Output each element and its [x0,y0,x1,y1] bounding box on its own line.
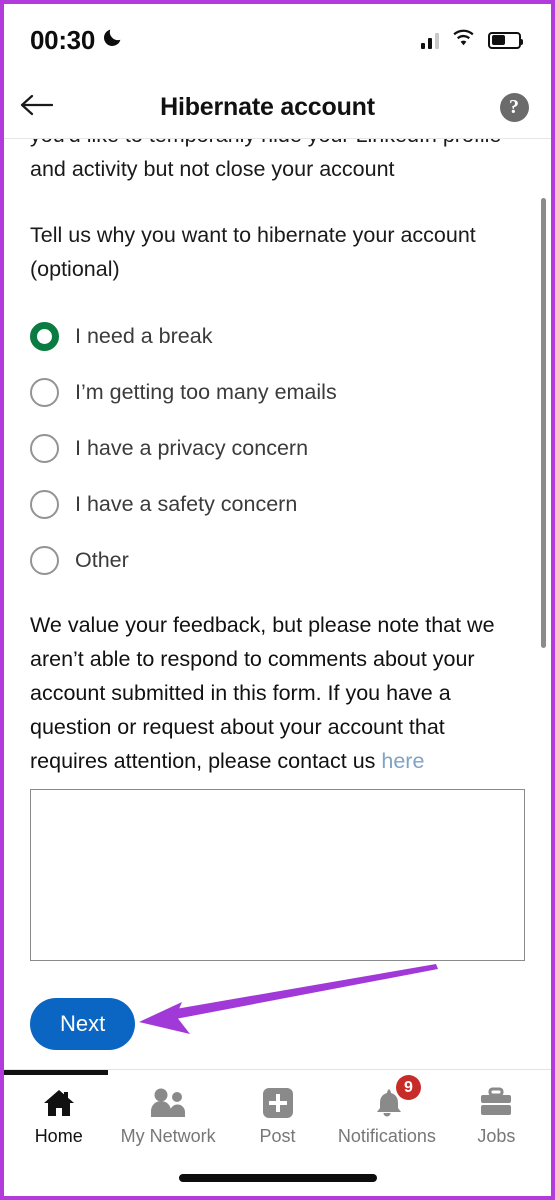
status-clock: 00:30 [30,24,95,55]
scrollbar[interactable] [541,198,546,648]
home-gesture-indicator [178,1174,377,1182]
signal-bars-icon [420,32,439,49]
home-icon [41,1084,77,1122]
feedback-note-text: We value your feedback, but please note … [30,613,495,773]
contact-us-here-link[interactable]: here [381,749,424,773]
app-bar: Hibernate account ? [4,76,551,139]
radio-indicator[interactable] [30,545,59,575]
radio-label: I have a privacy concern [75,436,309,460]
nav-label: Jobs [477,1126,516,1146]
nav-item-my-network[interactable]: My Network [113,1084,222,1147]
question-text: Tell us why you want to hibernate your a… [30,223,476,281]
help-question-icon: ? [499,92,529,122]
active-tab-indicator [4,1070,108,1075]
status-bar-left: 00:30 [30,25,123,56]
nav-item-post[interactable]: Post [223,1084,332,1147]
radio-label: I’m getting too many emails [75,380,337,404]
bottom-navigation: Home My Network Post 9 Notifications Job… [4,1069,551,1196]
battery-icon [488,31,523,49]
status-bar: 00:30 [4,4,551,76]
moon-icon [102,27,123,53]
nav-label: Post [259,1126,296,1146]
reason-radio-group[interactable]: I need a break I’m getting too many emai… [30,308,525,588]
nav-item-notifications[interactable]: 9 Notifications [332,1075,441,1147]
next-button-row: Next [30,998,525,1050]
back-arrow-icon [19,92,54,123]
radio-option-other[interactable]: Other [30,532,525,588]
plus-square-icon [261,1084,295,1122]
radio-indicator[interactable] [30,377,59,407]
status-bar-right [420,29,523,52]
nav-label: My Network [120,1126,216,1146]
radio-option-need-a-break[interactable]: I need a break [30,308,525,364]
help-button[interactable]: ? [477,92,551,122]
radio-option-too-many-emails[interactable]: I’m getting too many emails [30,364,525,420]
radio-indicator[interactable] [30,433,59,463]
radio-option-privacy-concern[interactable]: I have a privacy concern [30,420,525,476]
feedback-textarea[interactable] [30,789,525,961]
nav-label: Home [34,1126,83,1146]
phone-screen: 00:30 Hibernate account ? and activity b… [4,4,551,1196]
wifi-icon [452,29,475,52]
form-body: you'd like to temporarily hide your Link… [4,138,551,1050]
radio-option-safety-concern[interactable]: I have a safety concern [30,476,525,532]
notification-badge: 9 [395,1075,421,1100]
radio-indicator-selected[interactable] [30,321,59,351]
nav-item-jobs[interactable]: Jobs [442,1084,551,1147]
phone-screenshot-frame: 00:30 Hibernate account ? and activity b… [0,0,555,1200]
radio-label: Other [75,548,129,572]
intro-text: you'd like to temporarily hide your Link… [30,138,501,181]
radio-indicator[interactable] [30,489,59,519]
scrollbar-thumb[interactable] [541,198,546,648]
radio-label: I need a break [75,324,213,348]
bell-icon: 9 [370,1075,421,1122]
page-title: Hibernate account [160,92,375,121]
scroll-content[interactable]: you'd like to temporarily hide your Link… [4,138,551,1069]
people-icon [148,1084,188,1122]
feedback-note: We value your feedback, but please note … [30,608,525,778]
radio-label: I have a safety concern [75,492,298,516]
next-button[interactable]: Next [30,998,136,1050]
briefcase-icon [478,1084,514,1122]
nav-item-home[interactable]: Home [4,1070,113,1147]
nav-label: Notifications [337,1126,436,1146]
